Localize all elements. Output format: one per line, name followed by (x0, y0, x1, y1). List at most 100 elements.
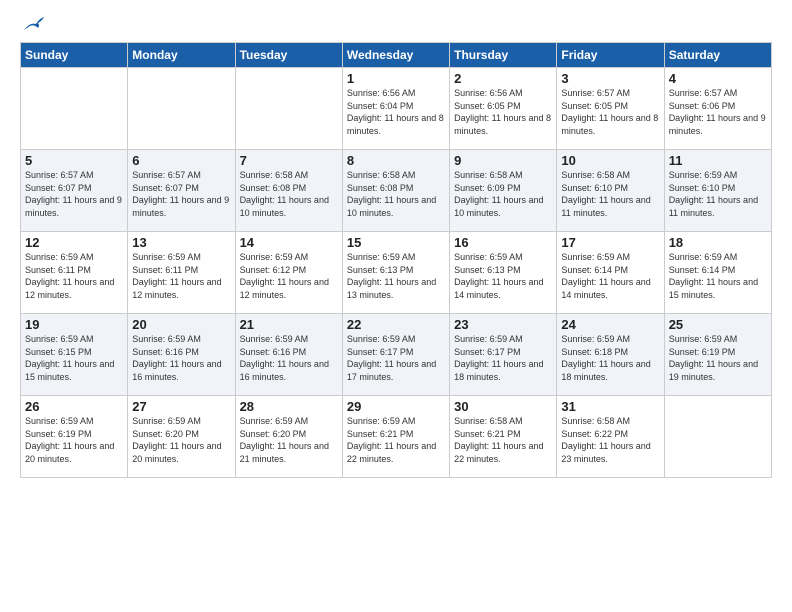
calendar-cell: 11Sunrise: 6:59 AMSunset: 6:10 PMDayligh… (664, 150, 771, 232)
calendar-cell: 16Sunrise: 6:59 AMSunset: 6:13 PMDayligh… (450, 232, 557, 314)
day-number: 6 (132, 153, 230, 168)
day-info: Sunrise: 6:59 AMSunset: 6:20 PMDaylight:… (132, 415, 230, 465)
day-info: Sunrise: 6:57 AMSunset: 6:06 PMDaylight:… (669, 87, 767, 137)
logo-bird-icon (22, 16, 44, 34)
calendar-cell: 30Sunrise: 6:58 AMSunset: 6:21 PMDayligh… (450, 396, 557, 478)
calendar-cell: 7Sunrise: 6:58 AMSunset: 6:08 PMDaylight… (235, 150, 342, 232)
calendar-cell: 22Sunrise: 6:59 AMSunset: 6:17 PMDayligh… (342, 314, 449, 396)
day-info: Sunrise: 6:59 AMSunset: 6:14 PMDaylight:… (561, 251, 659, 301)
day-number: 2 (454, 71, 552, 86)
day-number: 26 (25, 399, 123, 414)
calendar-cell: 25Sunrise: 6:59 AMSunset: 6:19 PMDayligh… (664, 314, 771, 396)
day-info: Sunrise: 6:59 AMSunset: 6:17 PMDaylight:… (454, 333, 552, 383)
day-info: Sunrise: 6:58 AMSunset: 6:08 PMDaylight:… (347, 169, 445, 219)
day-number: 11 (669, 153, 767, 168)
calendar-cell: 13Sunrise: 6:59 AMSunset: 6:11 PMDayligh… (128, 232, 235, 314)
day-number: 22 (347, 317, 445, 332)
day-header-sunday: Sunday (21, 43, 128, 68)
calendar-cell (21, 68, 128, 150)
day-info: Sunrise: 6:57 AMSunset: 6:07 PMDaylight:… (25, 169, 123, 219)
calendar-cell: 19Sunrise: 6:59 AMSunset: 6:15 PMDayligh… (21, 314, 128, 396)
calendar-cell: 12Sunrise: 6:59 AMSunset: 6:11 PMDayligh… (21, 232, 128, 314)
calendar-cell: 31Sunrise: 6:58 AMSunset: 6:22 PMDayligh… (557, 396, 664, 478)
day-info: Sunrise: 6:56 AMSunset: 6:04 PMDaylight:… (347, 87, 445, 137)
day-info: Sunrise: 6:58 AMSunset: 6:21 PMDaylight:… (454, 415, 552, 465)
calendar-cell (235, 68, 342, 150)
calendar-week-4: 19Sunrise: 6:59 AMSunset: 6:15 PMDayligh… (21, 314, 772, 396)
day-info: Sunrise: 6:56 AMSunset: 6:05 PMDaylight:… (454, 87, 552, 137)
day-number: 17 (561, 235, 659, 250)
day-number: 24 (561, 317, 659, 332)
day-number: 8 (347, 153, 445, 168)
day-info: Sunrise: 6:59 AMSunset: 6:17 PMDaylight:… (347, 333, 445, 383)
calendar-cell: 1Sunrise: 6:56 AMSunset: 6:04 PMDaylight… (342, 68, 449, 150)
day-header-monday: Monday (128, 43, 235, 68)
calendar-cell: 6Sunrise: 6:57 AMSunset: 6:07 PMDaylight… (128, 150, 235, 232)
calendar-cell: 4Sunrise: 6:57 AMSunset: 6:06 PMDaylight… (664, 68, 771, 150)
day-number: 23 (454, 317, 552, 332)
day-info: Sunrise: 6:59 AMSunset: 6:13 PMDaylight:… (454, 251, 552, 301)
calendar-cell: 18Sunrise: 6:59 AMSunset: 6:14 PMDayligh… (664, 232, 771, 314)
day-info: Sunrise: 6:57 AMSunset: 6:07 PMDaylight:… (132, 169, 230, 219)
calendar-cell: 21Sunrise: 6:59 AMSunset: 6:16 PMDayligh… (235, 314, 342, 396)
calendar-cell (664, 396, 771, 478)
day-info: Sunrise: 6:58 AMSunset: 6:08 PMDaylight:… (240, 169, 338, 219)
calendar-cell: 15Sunrise: 6:59 AMSunset: 6:13 PMDayligh… (342, 232, 449, 314)
calendar-cell: 14Sunrise: 6:59 AMSunset: 6:12 PMDayligh… (235, 232, 342, 314)
day-number: 13 (132, 235, 230, 250)
day-header-saturday: Saturday (664, 43, 771, 68)
day-number: 4 (669, 71, 767, 86)
calendar-cell: 10Sunrise: 6:58 AMSunset: 6:10 PMDayligh… (557, 150, 664, 232)
calendar-cell: 24Sunrise: 6:59 AMSunset: 6:18 PMDayligh… (557, 314, 664, 396)
day-info: Sunrise: 6:59 AMSunset: 6:20 PMDaylight:… (240, 415, 338, 465)
day-header-tuesday: Tuesday (235, 43, 342, 68)
day-number: 18 (669, 235, 767, 250)
day-number: 16 (454, 235, 552, 250)
day-number: 21 (240, 317, 338, 332)
day-info: Sunrise: 6:59 AMSunset: 6:16 PMDaylight:… (132, 333, 230, 383)
day-number: 5 (25, 153, 123, 168)
day-info: Sunrise: 6:59 AMSunset: 6:19 PMDaylight:… (25, 415, 123, 465)
calendar-week-3: 12Sunrise: 6:59 AMSunset: 6:11 PMDayligh… (21, 232, 772, 314)
day-number: 27 (132, 399, 230, 414)
logo (20, 16, 44, 34)
day-info: Sunrise: 6:59 AMSunset: 6:13 PMDaylight:… (347, 251, 445, 301)
day-info: Sunrise: 6:59 AMSunset: 6:15 PMDaylight:… (25, 333, 123, 383)
day-info: Sunrise: 6:58 AMSunset: 6:22 PMDaylight:… (561, 415, 659, 465)
day-info: Sunrise: 6:59 AMSunset: 6:16 PMDaylight:… (240, 333, 338, 383)
day-number: 15 (347, 235, 445, 250)
day-number: 3 (561, 71, 659, 86)
day-number: 28 (240, 399, 338, 414)
calendar-header-row: SundayMondayTuesdayWednesdayThursdayFrid… (21, 43, 772, 68)
day-info: Sunrise: 6:57 AMSunset: 6:05 PMDaylight:… (561, 87, 659, 137)
day-header-wednesday: Wednesday (342, 43, 449, 68)
header (20, 16, 772, 34)
day-info: Sunrise: 6:59 AMSunset: 6:18 PMDaylight:… (561, 333, 659, 383)
calendar-week-2: 5Sunrise: 6:57 AMSunset: 6:07 PMDaylight… (21, 150, 772, 232)
calendar-cell: 26Sunrise: 6:59 AMSunset: 6:19 PMDayligh… (21, 396, 128, 478)
calendar-cell: 3Sunrise: 6:57 AMSunset: 6:05 PMDaylight… (557, 68, 664, 150)
calendar-cell: 2Sunrise: 6:56 AMSunset: 6:05 PMDaylight… (450, 68, 557, 150)
day-number: 29 (347, 399, 445, 414)
day-number: 14 (240, 235, 338, 250)
calendar: SundayMondayTuesdayWednesdayThursdayFrid… (20, 42, 772, 478)
day-info: Sunrise: 6:58 AMSunset: 6:09 PMDaylight:… (454, 169, 552, 219)
page: SundayMondayTuesdayWednesdayThursdayFrid… (0, 0, 792, 612)
calendar-cell: 23Sunrise: 6:59 AMSunset: 6:17 PMDayligh… (450, 314, 557, 396)
calendar-cell: 29Sunrise: 6:59 AMSunset: 6:21 PMDayligh… (342, 396, 449, 478)
calendar-cell: 9Sunrise: 6:58 AMSunset: 6:09 PMDaylight… (450, 150, 557, 232)
calendar-cell: 8Sunrise: 6:58 AMSunset: 6:08 PMDaylight… (342, 150, 449, 232)
day-info: Sunrise: 6:59 AMSunset: 6:11 PMDaylight:… (25, 251, 123, 301)
calendar-week-5: 26Sunrise: 6:59 AMSunset: 6:19 PMDayligh… (21, 396, 772, 478)
day-number: 19 (25, 317, 123, 332)
calendar-cell: 5Sunrise: 6:57 AMSunset: 6:07 PMDaylight… (21, 150, 128, 232)
day-number: 10 (561, 153, 659, 168)
day-info: Sunrise: 6:59 AMSunset: 6:10 PMDaylight:… (669, 169, 767, 219)
day-number: 9 (454, 153, 552, 168)
day-number: 25 (669, 317, 767, 332)
calendar-cell: 28Sunrise: 6:59 AMSunset: 6:20 PMDayligh… (235, 396, 342, 478)
day-info: Sunrise: 6:59 AMSunset: 6:14 PMDaylight:… (669, 251, 767, 301)
day-info: Sunrise: 6:59 AMSunset: 6:21 PMDaylight:… (347, 415, 445, 465)
calendar-cell (128, 68, 235, 150)
day-info: Sunrise: 6:59 AMSunset: 6:12 PMDaylight:… (240, 251, 338, 301)
